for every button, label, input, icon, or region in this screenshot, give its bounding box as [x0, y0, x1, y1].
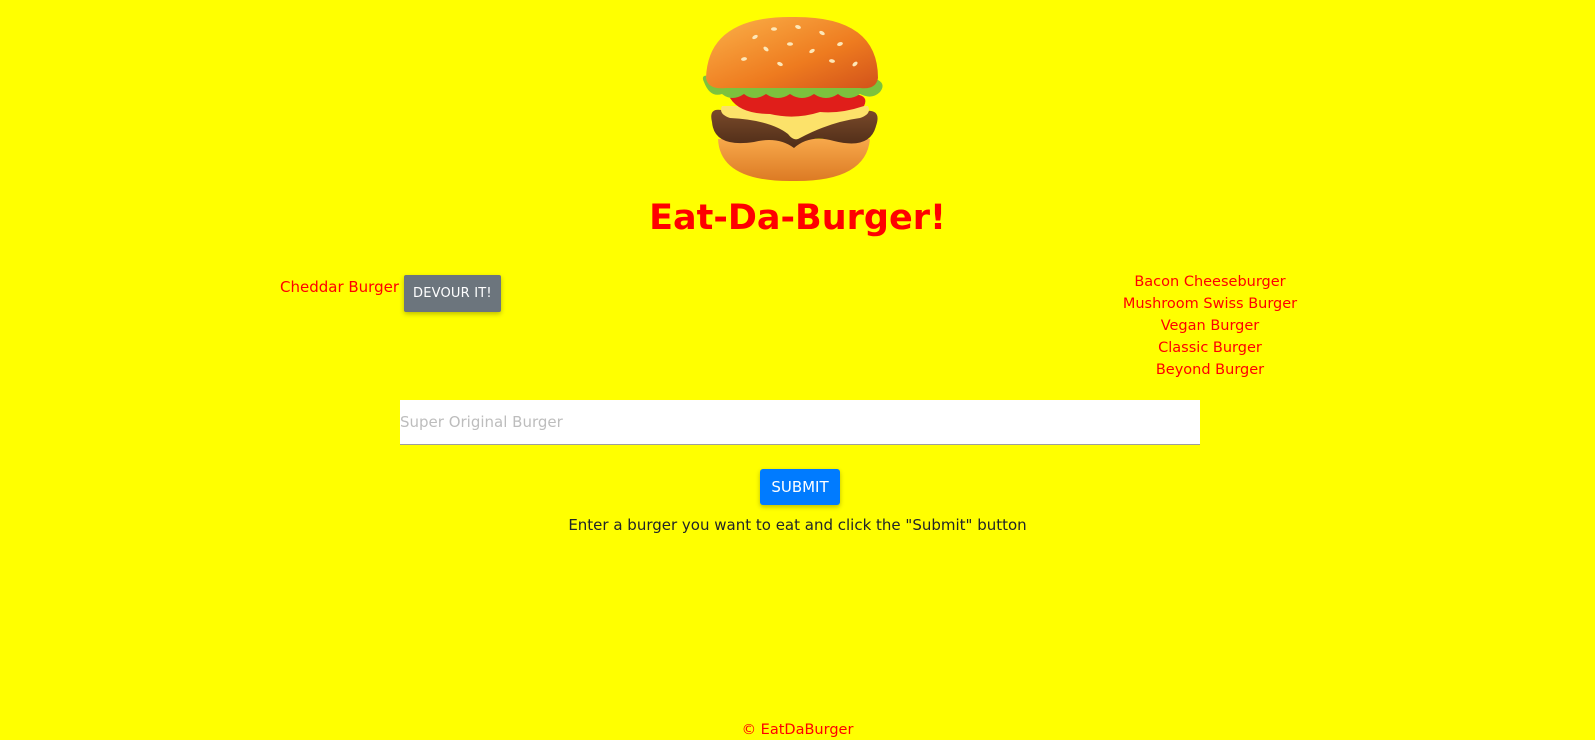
devoured-item: Beyond Burger — [1155, 362, 1265, 378]
devoured-item: Classic Burger — [1158, 340, 1262, 356]
burger-name-input[interactable] — [400, 400, 1200, 445]
devour-button[interactable]: DEVOUR IT! — [404, 275, 501, 312]
burger-name: Cheddar Burger — [280, 278, 399, 296]
devoured-item: Bacon Cheeseburger — [1134, 274, 1286, 290]
page-title: Eat-Da-Burger! — [649, 198, 946, 238]
burger-item: Cheddar Burger DEVOUR IT! — [280, 275, 501, 312]
devoured-item: Vegan Burger — [1160, 318, 1260, 334]
footer-copyright: © EatDaBurger — [741, 722, 854, 738]
devoured-item: Mushroom Swiss Burger — [1122, 296, 1298, 312]
hamburger-icon — [702, 16, 883, 182]
submit-button[interactable]: SUBMIT — [760, 469, 840, 505]
instructions-text: Enter a burger you want to eat and click… — [568, 516, 1027, 534]
devoured-list: Bacon Cheeseburger Mushroom Swiss Burger… — [1105, 271, 1315, 381]
